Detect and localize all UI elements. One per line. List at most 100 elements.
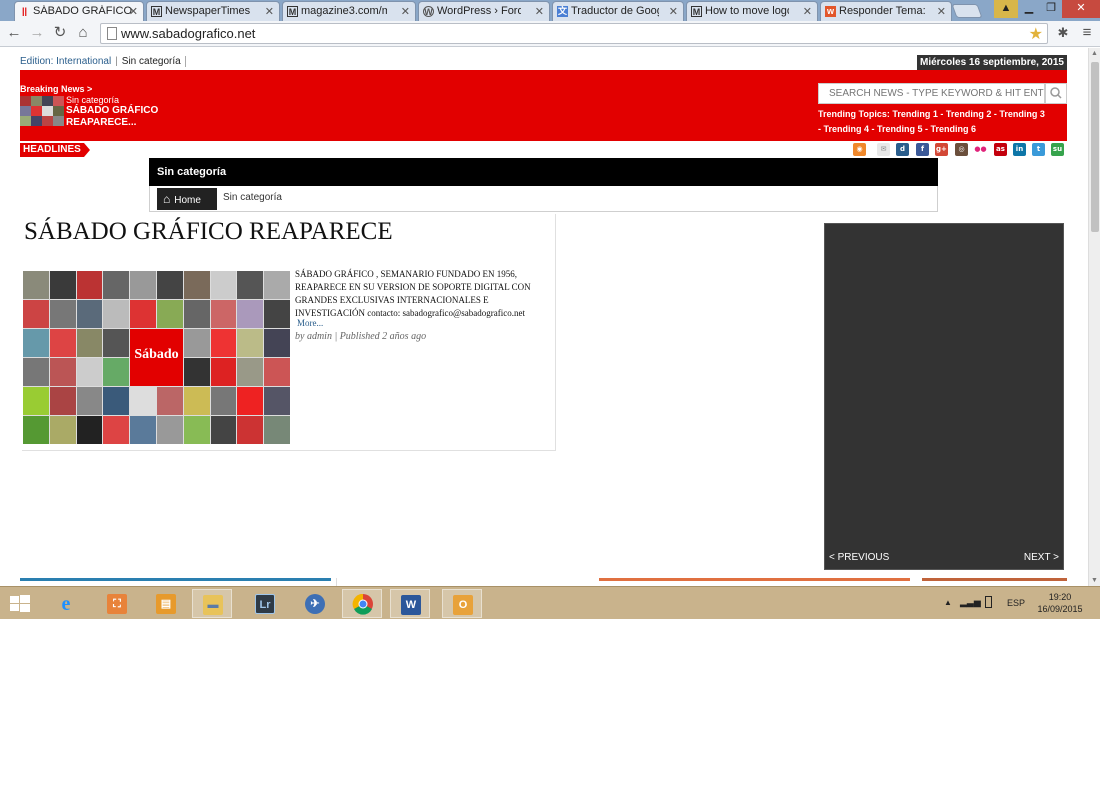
- tab-newspapertimes[interactable]: M NewspaperTimes Doc ✕: [146, 1, 280, 21]
- close-window-button[interactable]: ✕: [1062, 0, 1100, 18]
- edition-line: Edition: International | Sin categoría: [20, 56, 186, 67]
- trending-label: Trending Topics:: [818, 109, 890, 119]
- trending-item[interactable]: Trending 3: [999, 109, 1045, 119]
- address-bar[interactable]: ★: [100, 23, 1048, 44]
- home-icon[interactable]: ⌂: [74, 24, 92, 42]
- restore-button[interactable]: ❐: [1040, 0, 1062, 18]
- linkedin-icon[interactable]: in: [1013, 143, 1026, 156]
- word-icon[interactable]: W: [390, 589, 430, 618]
- clock-time: 19:20: [1048, 592, 1072, 602]
- twitter-icon[interactable]: t: [1032, 143, 1045, 156]
- lightroom-icon[interactable]: Lr: [245, 589, 285, 618]
- close-icon[interactable]: ✕: [401, 5, 410, 18]
- tab-strip: || SÁBADO GRÁFICO ✕ M NewspaperTimes Doc…: [0, 0, 1100, 22]
- breaking-news-label: Breaking News >: [20, 84, 93, 94]
- translate-icon: 文: [557, 6, 568, 17]
- googleplus-icon[interactable]: g+: [935, 143, 948, 156]
- m-icon: M: [151, 6, 162, 17]
- article-image-logo: Sábado: [130, 329, 183, 386]
- trending-item[interactable]: Trending 2: [946, 109, 992, 119]
- edition-category[interactable]: Sin categoría: [121, 56, 186, 67]
- wordpress-icon: W: [423, 6, 434, 17]
- trending-topics: Trending Topics: Trending 1 - Trending 2…: [818, 109, 1045, 134]
- flickr-icon[interactable]: ●●: [974, 143, 987, 156]
- outlook-icon[interactable]: O: [442, 589, 482, 618]
- header-bar: Breaking News > Sin categoría SÁBADO GRÁ…: [20, 70, 1067, 141]
- language-indicator[interactable]: ESP: [1007, 598, 1025, 608]
- home-icon: ⌂: [163, 192, 171, 206]
- m-icon: M: [287, 6, 298, 17]
- reload-icon[interactable]: ↻: [51, 24, 69, 42]
- date-display: Miércoles 16 septiembre, 2015: [917, 55, 1067, 71]
- close-icon[interactable]: ✕: [937, 5, 946, 18]
- new-tab-button[interactable]: [951, 4, 983, 18]
- close-icon[interactable]: ✕: [265, 5, 274, 18]
- trending-item[interactable]: Trending 6: [931, 124, 977, 134]
- breadcrumb-home-label: Home: [174, 195, 201, 206]
- more-link[interactable]: More...: [297, 318, 323, 328]
- windows-taskbar: e ⛶ ▤ ▬ Lr ✈ W O ▲ ▂▃▅ ESP 19:20 16/09/2…: [0, 586, 1100, 619]
- trending-item[interactable]: Trending 1: [892, 109, 938, 119]
- page-scrollbar[interactable]: ▲ ▼: [1088, 48, 1100, 586]
- close-icon[interactable]: ✕: [669, 5, 678, 18]
- breaking-title[interactable]: SÁBADO GRÁFICO REAPARECE...: [66, 105, 176, 129]
- tab-magazine3[interactable]: M magazine3.com/men ✕: [282, 1, 416, 21]
- article-card: SÁBADO GRÁFICO REAPARECE Sábado SÁBADO G…: [22, 214, 556, 451]
- close-icon[interactable]: ✕: [803, 5, 812, 18]
- internet-explorer-icon[interactable]: e: [46, 589, 86, 618]
- article-meta: by admin | Published 2 años ago: [295, 331, 427, 342]
- chrome-icon[interactable]: [342, 589, 382, 618]
- windows-start-icon[interactable]: [0, 589, 40, 618]
- edition-link[interactable]: Edition: International: [20, 56, 111, 67]
- scroll-up-icon[interactable]: ▲: [1091, 50, 1098, 57]
- back-icon[interactable]: ←: [5, 24, 23, 42]
- tab-responder-tema[interactable]: w Responder Tema: Cal ✕: [820, 1, 952, 21]
- close-icon[interactable]: ✕: [129, 5, 138, 18]
- notes-icon[interactable]: ▤: [146, 589, 186, 618]
- search-input[interactable]: [819, 84, 1044, 103]
- mail-icon[interactable]: ✈: [295, 589, 335, 618]
- article-title[interactable]: SÁBADO GRÁFICO REAPARECE: [24, 218, 393, 246]
- store-icon[interactable]: ⛶: [97, 589, 137, 618]
- email-icon[interactable]: ✉: [877, 143, 890, 156]
- user-icon[interactable]: ▲: [994, 0, 1018, 18]
- breadcrumb-current: Sin categoría: [223, 192, 282, 203]
- address-input[interactable]: [121, 25, 1021, 42]
- breadcrumb-home[interactable]: ⌂ Home: [157, 188, 217, 210]
- lastfm-icon[interactable]: as: [994, 143, 1007, 156]
- file-explorer-icon[interactable]: ▬: [192, 589, 232, 618]
- stumbleupon-icon[interactable]: su: [1051, 143, 1064, 156]
- tab-traductor[interactable]: 文 Traductor de Google ✕: [552, 1, 684, 21]
- search-box[interactable]: [818, 83, 1045, 104]
- breaking-thumbnail[interactable]: [20, 96, 64, 126]
- menu-icon[interactable]: ≡: [1078, 24, 1096, 42]
- headlines-label: HEADLINES: [20, 143, 90, 157]
- extension-icon[interactable]: ✱: [1054, 24, 1072, 42]
- slider-next-button[interactable]: NEXT >: [1024, 552, 1059, 563]
- minimize-button[interactable]: ▁: [1018, 0, 1040, 18]
- slider-previous-button[interactable]: < PREVIOUS: [829, 552, 889, 563]
- battery-icon[interactable]: [985, 596, 992, 608]
- digg-icon[interactable]: d: [896, 143, 909, 156]
- tab-wordpress[interactable]: W WordPress › Foros In ✕: [418, 1, 550, 21]
- bookmark-star-icon[interactable]: ★: [1029, 24, 1043, 44]
- tab-sabado-grafico[interactable]: || SÁBADO GRÁFICO ✕: [14, 1, 144, 22]
- article-excerpt: SÁBADO GRÁFICO , SEMANARIO FUNDADO EN 19…: [295, 269, 531, 318]
- search-button[interactable]: [1045, 83, 1067, 104]
- tab-how-to-move-logo[interactable]: M How to move logo to ✕: [686, 1, 818, 21]
- forward-icon[interactable]: →: [28, 24, 46, 42]
- scrollbar-thumb[interactable]: [1091, 62, 1099, 232]
- trending-item[interactable]: Trending 4: [824, 124, 870, 134]
- article-image[interactable]: Sábado: [23, 271, 290, 444]
- close-icon[interactable]: ✕: [535, 5, 544, 18]
- network-icon[interactable]: ▂▃▅: [960, 597, 981, 608]
- bars-icon: ||: [21, 6, 28, 16]
- trending-item[interactable]: Trending 5: [877, 124, 923, 134]
- facebook-icon[interactable]: f: [916, 143, 929, 156]
- instagram-icon[interactable]: ◎: [955, 143, 968, 156]
- system-clock[interactable]: 19:20 16/09/2015: [1030, 591, 1090, 615]
- show-hidden-icons-icon[interactable]: ▲: [944, 598, 952, 607]
- scroll-down-icon[interactable]: ▼: [1091, 577, 1098, 584]
- breaking-category[interactable]: Sin categoría: [66, 95, 119, 105]
- rss-icon[interactable]: ◉: [853, 143, 866, 156]
